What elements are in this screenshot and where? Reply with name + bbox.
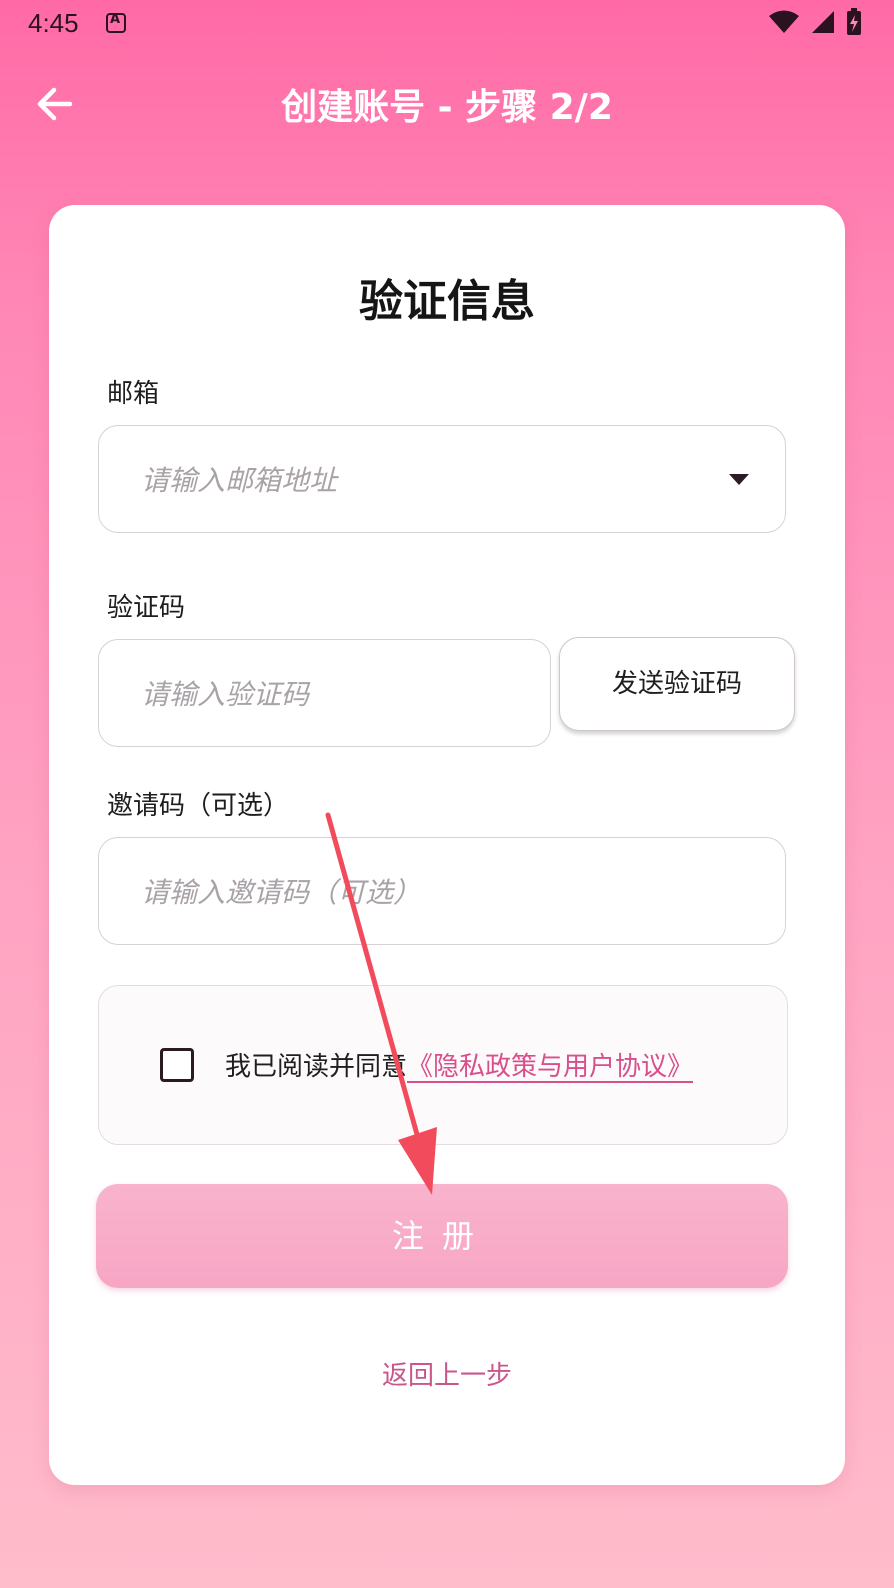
send-code-button[interactable]: 发送验证码 <box>559 637 795 731</box>
verification-card: 验证信息 邮箱 验证码 发送验证码 邀请码（可选） 我已阅读并同意《隐私政策与用… <box>49 205 845 1485</box>
app-bar: 创建账号 - 步骤 2/2 <box>0 62 894 146</box>
register-button[interactable]: 注册 <box>96 1184 788 1288</box>
back-step-link[interactable]: 返回上一步 <box>49 1355 845 1392</box>
invite-input[interactable] <box>139 838 729 946</box>
status-icons <box>768 8 862 36</box>
code-label: 验证码 <box>107 593 186 623</box>
card-title: 验证信息 <box>359 276 535 327</box>
agreement-box: 我已阅读并同意《隐私政策与用户协议》 <box>98 985 788 1145</box>
dropdown-arrow-icon[interactable] <box>729 474 749 485</box>
invite-label: 邀请码（可选） <box>107 791 290 821</box>
invite-field[interactable] <box>98 837 786 946</box>
agreement-checkbox[interactable] <box>160 1048 194 1082</box>
privacy-policy-link[interactable]: 《隐私政策与用户协议》 <box>407 1052 693 1082</box>
code-input[interactable] <box>139 640 494 748</box>
code-field[interactable] <box>98 639 551 748</box>
email-label: 邮箱 <box>107 379 160 409</box>
agreement-text: 我已阅读并同意《隐私政策与用户协议》 <box>225 1046 693 1083</box>
email-field[interactable] <box>98 425 786 534</box>
agreement-prefix: 我已阅读并同意 <box>225 1052 408 1082</box>
status-bar: 4:45 <box>0 0 894 48</box>
app-notification-icon <box>106 12 126 33</box>
email-input[interactable] <box>139 426 729 534</box>
signal-icon <box>812 11 834 33</box>
status-time: 4:45 <box>28 8 79 38</box>
battery-charging-icon <box>847 8 861 35</box>
page-title: 创建账号 - 步骤 2/2 <box>281 87 613 128</box>
wifi-icon <box>769 10 799 33</box>
